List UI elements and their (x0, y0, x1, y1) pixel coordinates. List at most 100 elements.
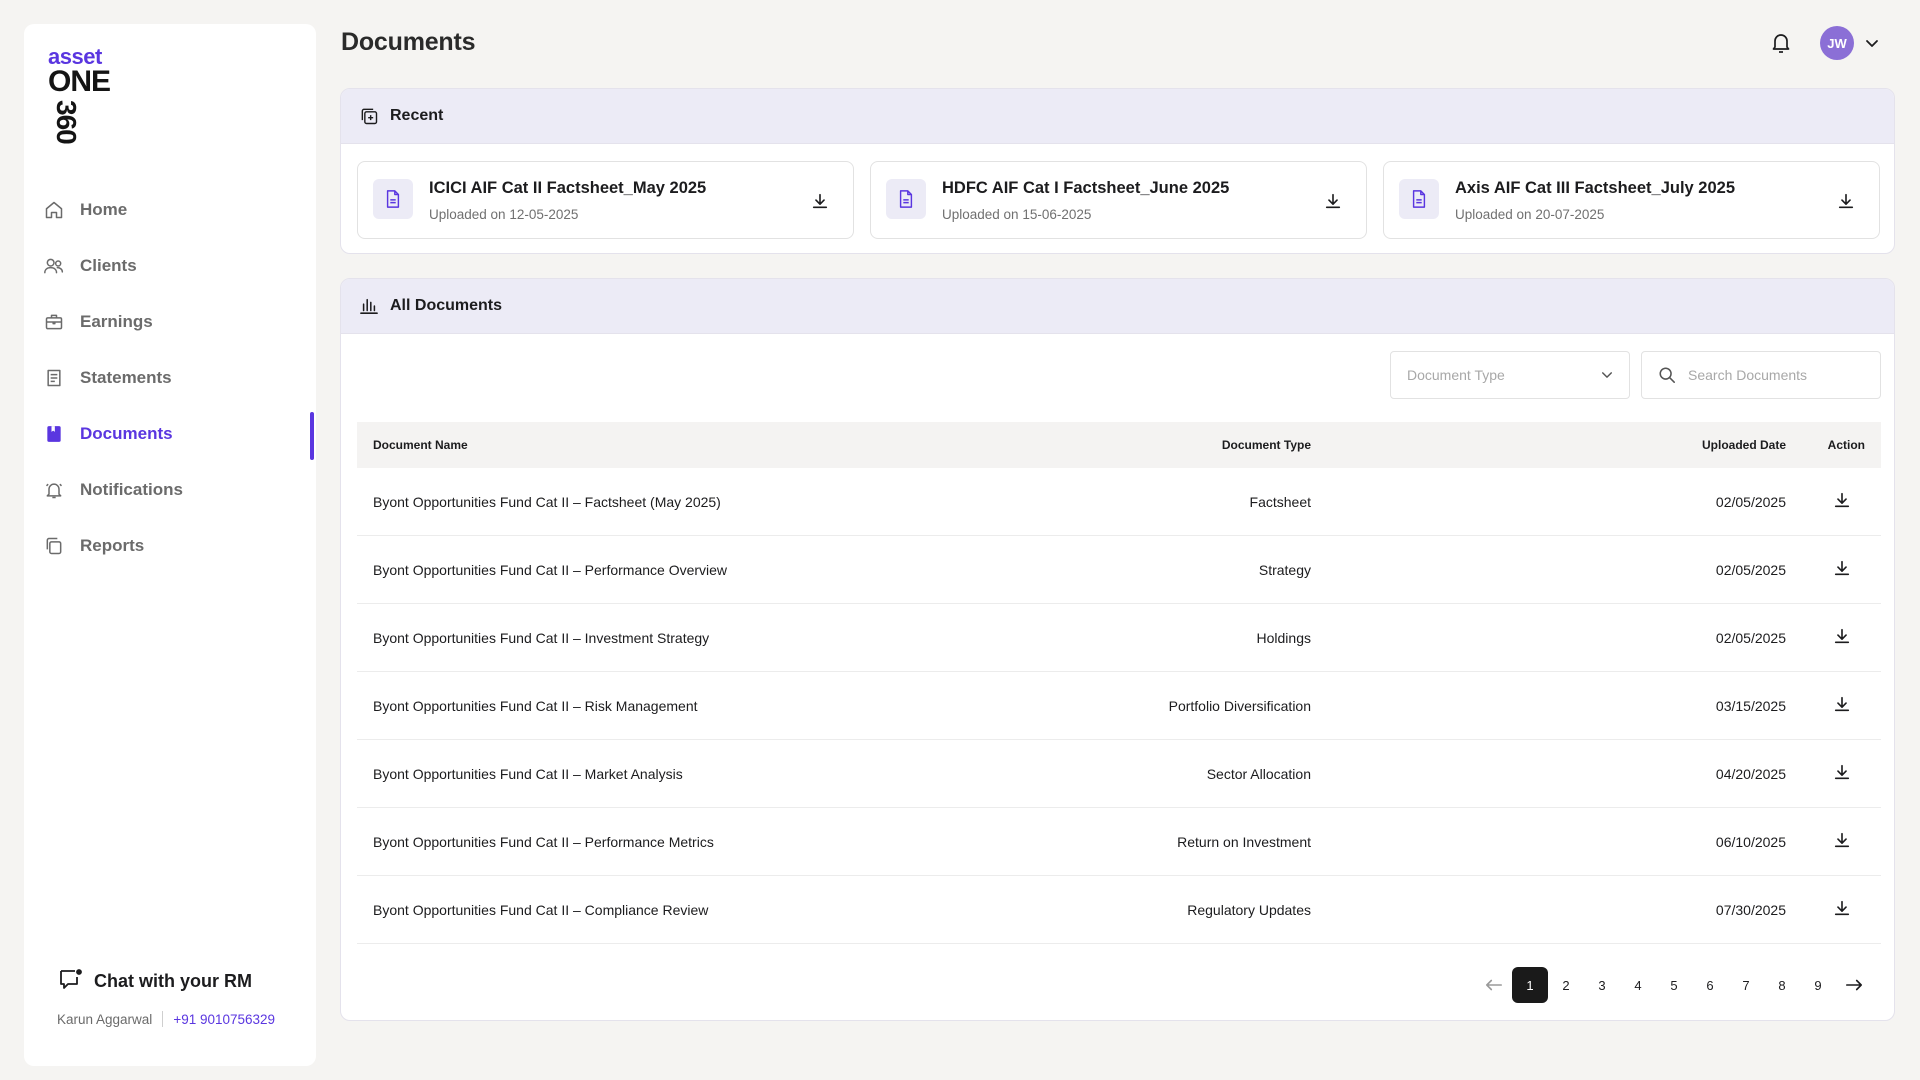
sidebar-item-reports[interactable]: Reports (24, 518, 316, 574)
uploaded-date: 02/05/2025 (1715, 493, 1786, 510)
notification-bell-icon[interactable] (1768, 30, 1794, 56)
download-icon[interactable] (1833, 763, 1851, 784)
page-3-button[interactable]: 3 (1584, 967, 1620, 1003)
document-type: Portfolio Diversification (1168, 697, 1311, 714)
sidebar-item-label: Statements (80, 368, 172, 387)
page-2-button[interactable]: 2 (1548, 967, 1584, 1003)
next-page-arrow-icon[interactable] (1836, 967, 1872, 1003)
users-icon (42, 254, 66, 278)
avatar[interactable]: JW (1820, 26, 1854, 60)
recent-card-name: Axis AIF Cat III Factsheet_July 2025 (1455, 179, 1736, 197)
download-icon[interactable] (1833, 695, 1851, 716)
file-icon (373, 179, 413, 219)
chevron-down-icon[interactable] (1864, 35, 1880, 51)
recent-card[interactable]: ICICI AIF Cat II Factsheet_May 2025 Uplo… (357, 161, 854, 239)
recent-card-date: Uploaded on 12-05-2025 (429, 207, 579, 222)
all-documents-header: All Documents (341, 279, 1894, 334)
page-9-button[interactable]: 9 (1800, 967, 1836, 1003)
chat-title: Chat with your RM (94, 971, 252, 991)
chat-with-rm: Chat with your RM Karun Aggarwal +91 901… (57, 968, 275, 1027)
table-row: Byont Opportunities Fund Cat II – Invest… (357, 604, 1881, 672)
page-5-button[interactable]: 5 (1656, 967, 1692, 1003)
copy-icon (42, 534, 66, 558)
download-icon[interactable] (1833, 491, 1851, 512)
download-icon[interactable] (1835, 190, 1857, 212)
chevron-down-icon (1601, 366, 1613, 384)
prev-page-arrow-icon[interactable] (1476, 967, 1512, 1003)
document-name[interactable]: Byont Opportunities Fund Cat II – Factsh… (357, 494, 957, 510)
document-name[interactable]: Byont Opportunities Fund Cat II – Compli… (357, 902, 957, 918)
document-type: Factsheet (1249, 493, 1311, 510)
uploaded-date: 06/10/2025 (1715, 833, 1786, 850)
sidebar-item-notifications[interactable]: Notifications (24, 462, 316, 518)
document-type-select[interactable]: Document Type (1390, 351, 1630, 399)
table-header: Document Name Document Type Uploaded Dat… (357, 422, 1881, 468)
rm-phone-link[interactable]: +91 9010756329 (173, 1012, 275, 1027)
sidebar-item-label: Reports (80, 536, 145, 555)
recent-card[interactable]: HDFC AIF Cat I Factsheet_June 2025 Uploa… (870, 161, 1367, 239)
page-6-button[interactable]: 6 (1692, 967, 1728, 1003)
file-icon (1399, 179, 1439, 219)
uploaded-date: 04/20/2025 (1715, 765, 1786, 782)
download-icon[interactable] (1833, 627, 1851, 648)
uploaded-date: 07/30/2025 (1715, 901, 1786, 918)
column-document-name[interactable]: Document Name (357, 438, 957, 452)
sidebar: asset ONE 360 Home Clients Earnings Stat… (24, 24, 316, 1066)
recent-header: Recent (341, 89, 1894, 144)
table-row: Byont Opportunities Fund Cat II – Perfor… (357, 808, 1881, 876)
page-8-button[interactable]: 8 (1764, 967, 1800, 1003)
document-name[interactable]: Byont Opportunities Fund Cat II – Perfor… (357, 562, 957, 578)
receipt-icon (42, 366, 66, 390)
table-row: Byont Opportunities Fund Cat II – Risk M… (357, 672, 1881, 740)
document-name[interactable]: Byont Opportunities Fund Cat II – Market… (357, 766, 957, 782)
search-documents-input[interactable]: Search Documents (1641, 351, 1881, 399)
column-action: Action (1827, 438, 1865, 452)
download-icon[interactable] (809, 190, 831, 212)
document-name[interactable]: Byont Opportunities Fund Cat II – Invest… (357, 630, 957, 646)
download-icon[interactable] (1833, 899, 1851, 920)
sidebar-item-clients[interactable]: Clients (24, 238, 316, 294)
sidebar-item-statements[interactable]: Statements (24, 350, 316, 406)
document-type: Strategy (1258, 561, 1311, 578)
rm-contact: Karun Aggarwal +91 9010756329 (57, 1011, 275, 1027)
bookmark-book-icon (42, 422, 66, 446)
sidebar-item-documents[interactable]: Documents (24, 406, 316, 462)
table-row: Byont Opportunities Fund Cat II – Market… (357, 740, 1881, 808)
sidebar-item-earnings[interactable]: Earnings (24, 294, 316, 350)
page-7-button[interactable]: 7 (1728, 967, 1764, 1003)
column-document-type[interactable]: Document Type (957, 438, 1327, 452)
briefcase-icon (42, 310, 66, 334)
recent-card-name: HDFC AIF Cat I Factsheet_June 2025 (942, 179, 1230, 197)
brand-logo-line3: 360 (51, 100, 82, 144)
page-4-button[interactable]: 4 (1620, 967, 1656, 1003)
document-name[interactable]: Byont Opportunities Fund Cat II – Perfor… (357, 834, 957, 850)
sidebar-item-label: Notifications (80, 480, 183, 499)
file-icon (886, 179, 926, 219)
recent-files-icon (358, 105, 380, 127)
sidebar-item-home[interactable]: Home (24, 182, 316, 238)
page-title: Documents (341, 28, 476, 56)
download-icon[interactable] (1322, 190, 1344, 212)
sidebar-item-label: Home (80, 200, 128, 219)
recent-card[interactable]: Axis AIF Cat III Factsheet_July 2025 Upl… (1383, 161, 1880, 239)
rm-name: Karun Aggarwal (57, 1011, 153, 1027)
uploaded-date: 02/05/2025 (1715, 629, 1786, 646)
sidebar-nav: Home Clients Earnings Statements Documen… (24, 182, 316, 574)
header-actions: JW (1768, 26, 1880, 60)
document-type-placeholder: Document Type (1407, 367, 1505, 383)
divider (162, 1011, 164, 1027)
table-row: Byont Opportunities Fund Cat II – Compli… (357, 876, 1881, 944)
recent-card-date: Uploaded on 15-06-2025 (942, 207, 1092, 222)
brand-logo[interactable]: asset ONE 360 (48, 46, 128, 144)
document-type: Holdings (1256, 629, 1311, 646)
all-documents-title: All Documents (390, 297, 503, 314)
column-uploaded-date[interactable]: Uploaded Date (1327, 438, 1802, 452)
document-name[interactable]: Byont Opportunities Fund Cat II – Risk M… (357, 698, 957, 714)
bar-chart-icon (358, 295, 380, 317)
page-1-button[interactable]: 1 (1512, 967, 1548, 1003)
download-icon[interactable] (1833, 559, 1851, 580)
download-icon[interactable] (1833, 831, 1851, 852)
chat-with-rm-button[interactable]: Chat with your RM (58, 968, 275, 995)
document-type: Sector Allocation (1206, 765, 1311, 782)
sidebar-item-label: Clients (80, 256, 137, 275)
